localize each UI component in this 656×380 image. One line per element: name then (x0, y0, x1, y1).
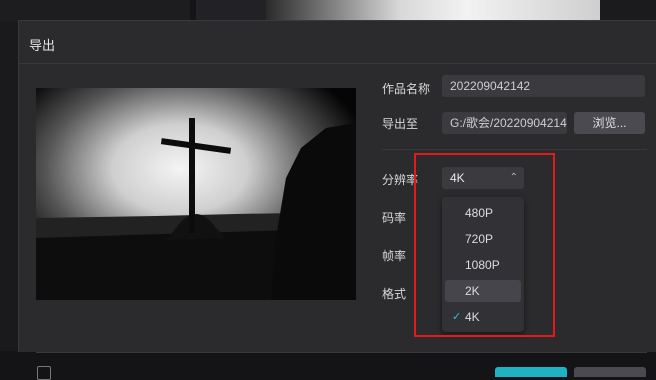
option-label: 1080P (465, 258, 500, 272)
background-window (600, 0, 656, 22)
export-dialog: 导出 作品名称 202209042142 导出至 G:/歌会/202209042… (18, 20, 656, 380)
divider (382, 149, 647, 150)
resolution-option[interactable]: 480P (445, 202, 521, 224)
bitrate-label: 码率 (382, 211, 407, 225)
background-window (196, 0, 266, 22)
background-panel (0, 22, 18, 351)
resolution-value: 4K (450, 171, 465, 185)
export-path-input[interactable]: G:/歌会/20220904214 (442, 112, 567, 134)
divider (36, 352, 647, 353)
background-window (0, 0, 190, 22)
preview-image (36, 88, 356, 300)
resolution-option[interactable]: 1080P (445, 254, 521, 276)
video-preview (36, 88, 356, 300)
option-label: 720P (465, 232, 494, 246)
option-label: 480P (465, 206, 494, 220)
resolution-option[interactable]: 720P (445, 228, 521, 250)
chevron-up-icon: ⌃ (509, 172, 518, 183)
browse-button[interactable]: 浏览... (574, 112, 645, 134)
checkbox[interactable] (37, 366, 51, 380)
option-label: 2K (465, 284, 480, 298)
resolution-dropdown-menu: 480P 720P 1080P 2K ✓ 4K (442, 197, 524, 332)
background-preview (266, 0, 600, 22)
resolution-label: 分辨率 (382, 173, 419, 187)
framerate-label: 帧率 (382, 249, 407, 263)
resolution-option[interactable]: 2K (445, 280, 521, 302)
resolution-option-selected[interactable]: ✓ 4K (445, 306, 521, 328)
name-label: 作品名称 (382, 82, 431, 96)
option-label: 4K (465, 310, 480, 324)
divider (19, 63, 656, 64)
format-label: 格式 (382, 287, 407, 301)
dialog-title: 导出 (29, 38, 56, 53)
export-button[interactable] (495, 367, 567, 377)
check-icon: ✓ (452, 311, 462, 323)
resolution-select[interactable]: 4K ⌃ (442, 167, 524, 189)
cancel-button[interactable] (574, 367, 646, 377)
export-to-label: 导出至 (382, 117, 419, 131)
name-input[interactable]: 202209042142 (442, 75, 645, 97)
